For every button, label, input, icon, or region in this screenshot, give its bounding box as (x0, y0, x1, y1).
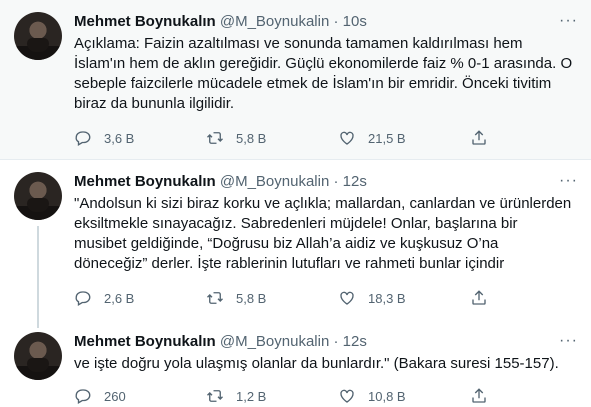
more-icon[interactable]: ··· (559, 333, 577, 349)
tweet-time[interactable]: 10s (343, 13, 367, 30)
tweet-text: ve işte doğru yola ulaşmış olanlar da bu… (74, 355, 559, 372)
heart-icon (340, 131, 354, 145)
tweet-header: Mehmet Boynukalın @M_Boynukalin · 12s (74, 332, 561, 352)
thread-line (37, 226, 39, 320)
retweet-count: 5,8 B (236, 130, 267, 146)
tweet-header: Mehmet Boynukalın @M_Boynukalin · 12s (74, 172, 561, 192)
tweet-actions: 260 1,2 B 10,8 B (74, 386, 514, 406)
retweet-count: 5,8 B (236, 290, 267, 306)
author-handle[interactable]: @M_Boynukalin (220, 13, 329, 30)
more-icon[interactable]: ··· (559, 173, 577, 189)
reply-icon (75, 291, 91, 306)
retweet-count: 1,2 B (236, 388, 267, 404)
tweet-time[interactable]: 12s (343, 173, 367, 190)
like-button[interactable]: 10,8 B (338, 386, 470, 406)
separator-dot: · (333, 173, 339, 190)
tweet[interactable]: Mehmet Boynukalın @M_Boynukalin · 10s ··… (0, 0, 591, 160)
like-button[interactable]: 18,3 B (338, 288, 470, 308)
tweet[interactable]: Mehmet Boynukalın @M_Boynukalin · 12s ··… (0, 320, 591, 407)
like-count: 18,3 B (368, 290, 406, 306)
author-name[interactable]: Mehmet Boynukalın (74, 13, 216, 30)
heart-icon (340, 389, 354, 403)
share-icon (472, 388, 486, 403)
reply-count: 2,6 B (104, 290, 135, 306)
reply-icon (75, 131, 91, 146)
separator-dot: · (333, 333, 339, 350)
avatar[interactable] (14, 172, 62, 220)
retweet-button[interactable]: 5,8 B (206, 288, 338, 308)
retweet-icon (207, 292, 223, 304)
tweet[interactable]: Mehmet Boynukalın @M_Boynukalin · 12s ··… (0, 160, 591, 320)
retweet-icon (207, 390, 223, 402)
share-button[interactable] (470, 128, 500, 148)
share-button[interactable] (470, 386, 500, 406)
like-button[interactable]: 21,5 B (338, 128, 470, 148)
author-handle[interactable]: @M_Boynukalin (220, 333, 329, 350)
like-count: 21,5 B (368, 130, 406, 146)
retweet-icon (207, 132, 223, 144)
heart-icon (340, 291, 354, 305)
tweet-actions: 2,6 B 5,8 B 18,3 B (74, 288, 514, 308)
tweet-text: Açıklama: Faizin azaltılması ve sonunda … (74, 35, 573, 112)
avatar[interactable] (14, 332, 62, 380)
more-icon[interactable]: ··· (559, 13, 577, 29)
reply-button[interactable]: 260 (74, 386, 206, 406)
reply-icon (75, 389, 91, 404)
reply-count: 3,6 B (104, 130, 135, 146)
share-icon (472, 290, 486, 305)
thread-line (37, 320, 39, 328)
avatar[interactable] (14, 12, 62, 60)
reply-button[interactable]: 3,6 B (74, 128, 206, 148)
tweet-header: Mehmet Boynukalın @M_Boynukalin · 10s (74, 12, 561, 32)
tweet-actions: 3,6 B 5,8 B 21,5 B (74, 128, 514, 148)
share-button[interactable] (470, 288, 500, 308)
author-name[interactable]: Mehmet Boynukalın (74, 173, 216, 190)
author-name[interactable]: Mehmet Boynukalın (74, 333, 216, 350)
like-count: 10,8 B (368, 388, 406, 404)
reply-count: 260 (104, 388, 126, 404)
tweet-text: "Andolsun ki sizi biraz korku ve açlıkla… (74, 195, 572, 272)
share-icon (472, 130, 486, 145)
retweet-button[interactable]: 5,8 B (206, 128, 338, 148)
author-handle[interactable]: @M_Boynukalin (220, 173, 329, 190)
retweet-button[interactable]: 1,2 B (206, 386, 338, 406)
tweet-time[interactable]: 12s (343, 333, 367, 350)
separator-dot: · (333, 13, 339, 30)
reply-button[interactable]: 2,6 B (74, 288, 206, 308)
